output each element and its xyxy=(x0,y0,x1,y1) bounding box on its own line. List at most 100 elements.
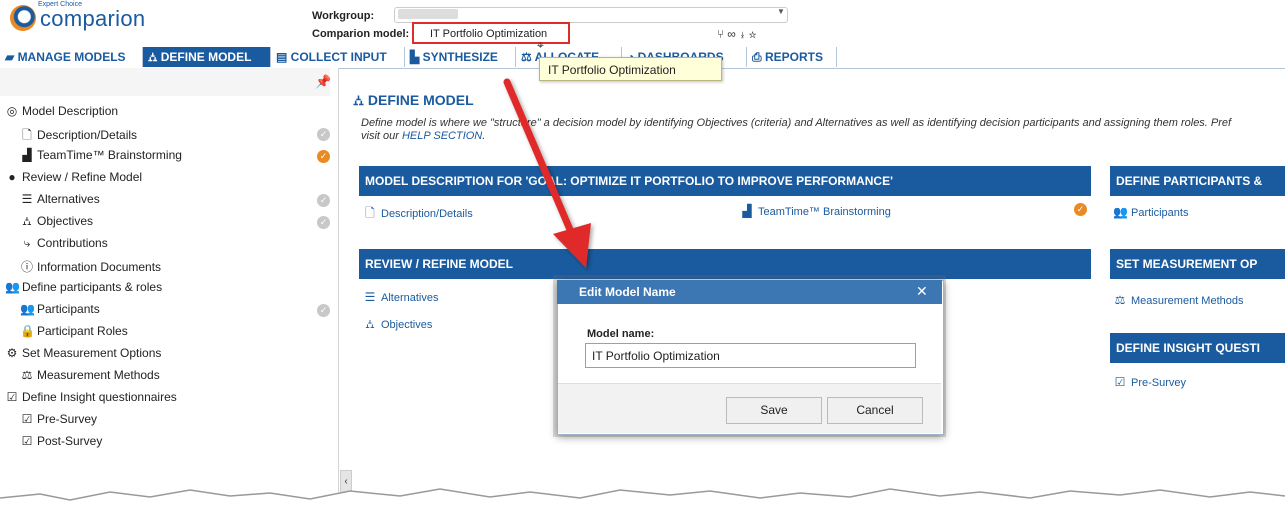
teamtime-icon: ▟ xyxy=(742,204,752,218)
page-title-text: DEFINE MODEL xyxy=(367,92,474,108)
sidebar-item-define-participants[interactable]: 👥 Define participants & roles xyxy=(5,280,162,294)
nav-label: REPORTS xyxy=(764,50,823,64)
users-icon: 👥 xyxy=(5,280,20,294)
sidebar-item-set-measurement[interactable]: ⚙ Set Measurement Options xyxy=(5,346,162,360)
nav-label: MANAGE MODELS xyxy=(17,50,126,64)
header-icons: ⑂∞⤓☆ xyxy=(717,27,759,41)
model-label: Comparion model: xyxy=(312,28,410,40)
page-description: Define model is where we "structure" a d… xyxy=(361,117,1276,143)
panel-header-model-description: MODEL DESCRIPTION FOR 'GOAL: OPTIMIZE IT… xyxy=(359,166,1091,196)
link-participants[interactable]: 👥 Participants xyxy=(1113,205,1188,219)
info-icon: ⓘ xyxy=(20,260,33,274)
users-icon: 👥 xyxy=(1113,205,1128,219)
status-check-icon: ✓ xyxy=(317,304,330,317)
status-check-icon: ✓ xyxy=(317,128,330,141)
sidebar-item-contributions[interactable]: ⤷ Contributions xyxy=(20,236,108,251)
model-name-tooltip: IT Portfolio Optimization xyxy=(539,57,722,81)
link-teamtime[interactable]: ▟ TeamTime™ Brainstorming xyxy=(740,204,891,218)
link-pre-survey[interactable]: ☑ Pre-Survey xyxy=(1113,375,1186,389)
list-icon: ☰ xyxy=(364,290,376,304)
nav-manage-models[interactable]: ▰ MANAGE MODELS xyxy=(0,47,143,67)
sidebar-item-label: Participants xyxy=(37,302,100,316)
link-measurement-methods[interactable]: ⚖ Measurement Methods xyxy=(1113,293,1244,307)
help-link[interactable]: HELP SECTION xyxy=(402,130,482,142)
description-text: . xyxy=(482,130,486,142)
sidebar-item-define-insight[interactable]: ☑ Define Insight questionnaires xyxy=(5,390,177,404)
link-label: Pre-Survey xyxy=(1131,377,1187,389)
sidebar-item-model-description[interactable]: ◎ Model Description xyxy=(5,104,118,118)
link-icon[interactable]: ∞ xyxy=(727,27,739,41)
sidebar-item-teamtime[interactable]: ▟ TeamTime™ Brainstorming xyxy=(20,148,182,162)
list-icon: ☰ xyxy=(21,192,33,206)
sidebar-item-label: Define Insight questionnaires xyxy=(22,390,177,404)
sidebar-item-alternatives[interactable]: ☰ Alternatives xyxy=(20,192,100,206)
link-objectives[interactable]: ⛼ Objectives xyxy=(363,317,432,333)
brand-logo[interactable]: comparion xyxy=(40,6,145,32)
sidebar-item-label: Set Measurement Options xyxy=(22,346,162,360)
survey-icon: ☑ xyxy=(21,412,33,426)
panel-header-measurement: SET MEASUREMENT OP xyxy=(1110,249,1285,279)
sidebar-item-label: Measurement Methods xyxy=(37,368,160,382)
teamtime-icon: ▟ xyxy=(22,148,32,162)
sidebar-item-information-documents[interactable]: ⓘ Information Documents xyxy=(20,258,161,275)
nav-define-model[interactable]: ⛼ DEFINE MODEL xyxy=(143,47,271,67)
close-icon[interactable]: ✕ xyxy=(916,283,928,300)
hierarchy-icon: ⛼ xyxy=(22,214,32,228)
cancel-button[interactable]: Cancel xyxy=(827,397,923,424)
status-check-icon: ✓ xyxy=(317,150,330,163)
torn-edge-decoration xyxy=(0,488,1285,510)
sidebar-item-description-details[interactable]: 🗋 Description/Details xyxy=(20,126,137,147)
model-name-label: Model name: xyxy=(587,328,655,340)
contributions-icon: ⤷ xyxy=(23,236,31,250)
nav-collect-input[interactable]: ▤ COLLECT INPUT xyxy=(271,47,405,67)
panel-header-participants: DEFINE PARTICIPANTS & xyxy=(1110,166,1285,196)
star-icon[interactable]: ☆ xyxy=(749,27,759,41)
sidebar-item-label: Pre-Survey xyxy=(37,412,98,426)
cursor-icon: ⌖ xyxy=(537,38,544,52)
nav-reports[interactable]: ⎙ REPORTS xyxy=(747,47,837,67)
sidebar-item-label: Post-Survey xyxy=(37,434,103,448)
survey-icon: ☑ xyxy=(6,390,18,404)
link-label: Objectives xyxy=(381,319,433,331)
lock-icon: 🔒 xyxy=(20,324,35,338)
folder-icon: ▰ xyxy=(5,50,18,64)
chevron-down-icon[interactable]: ▼ xyxy=(777,7,785,16)
gears-icon: ⚙ xyxy=(6,346,18,360)
link-description-details[interactable]: 🗋 Description/Details xyxy=(363,204,473,225)
nav-synthesize[interactable]: ▙ SYNTHESIZE xyxy=(405,47,516,67)
sidebar-item-objectives[interactable]: ⛼ Objectives xyxy=(20,214,93,230)
sidebar-item-measurement-methods[interactable]: ⚖ Measurement Methods xyxy=(20,368,160,382)
hierarchy-icon: ⛼ xyxy=(365,317,375,331)
logo-icon xyxy=(10,5,36,31)
description-text: visit our xyxy=(361,130,402,142)
model-name-input[interactable] xyxy=(585,343,916,368)
tree-icon[interactable]: ⑂ xyxy=(717,27,727,41)
page-title: ⛼ DEFINE MODEL xyxy=(353,92,474,111)
pin-icon[interactable]: 📌 xyxy=(315,74,331,90)
link-label: Alternatives xyxy=(381,292,439,304)
dialog-title: Edit Model Name xyxy=(557,280,942,304)
panel-header-insight: DEFINE INSIGHT QUESTI xyxy=(1110,333,1285,363)
sidebar-item-participant-roles[interactable]: 🔒 Participant Roles xyxy=(20,324,128,338)
sidebar-item-pre-survey[interactable]: ☑ Pre-Survey xyxy=(20,412,97,426)
save-button[interactable]: Save xyxy=(726,397,822,424)
sidebar-item-post-survey[interactable]: ☑ Post-Survey xyxy=(20,434,103,448)
circle-icon: ● xyxy=(8,170,16,184)
status-check-icon: ✓ xyxy=(317,216,330,229)
status-check-icon: ✓ xyxy=(317,194,330,207)
link-label: Description/Details xyxy=(381,208,473,220)
sidebar-item-participants[interactable]: 👥 Participants xyxy=(20,302,100,316)
link-label: TeamTime™ Brainstorming xyxy=(758,206,891,218)
scale-icon: ⚖ xyxy=(21,368,33,382)
sidebar-item-review-refine[interactable]: ● Review / Refine Model xyxy=(5,170,142,184)
link-alternatives[interactable]: ☰ Alternatives xyxy=(363,290,439,304)
sidebar-item-label: Information Documents xyxy=(37,260,162,274)
download-icon[interactable]: ⤓ xyxy=(739,27,749,41)
nav-label: DEFINE MODEL xyxy=(160,50,252,64)
workgroup-value-blurred xyxy=(398,9,458,19)
target-icon: ◎ xyxy=(6,104,18,118)
sidebar-item-label: Model Description xyxy=(22,104,119,118)
sidebar-item-label: Description/Details xyxy=(37,128,138,142)
nav-label: COLLECT INPUT xyxy=(290,50,387,64)
sidebar-toolbar xyxy=(0,68,330,96)
